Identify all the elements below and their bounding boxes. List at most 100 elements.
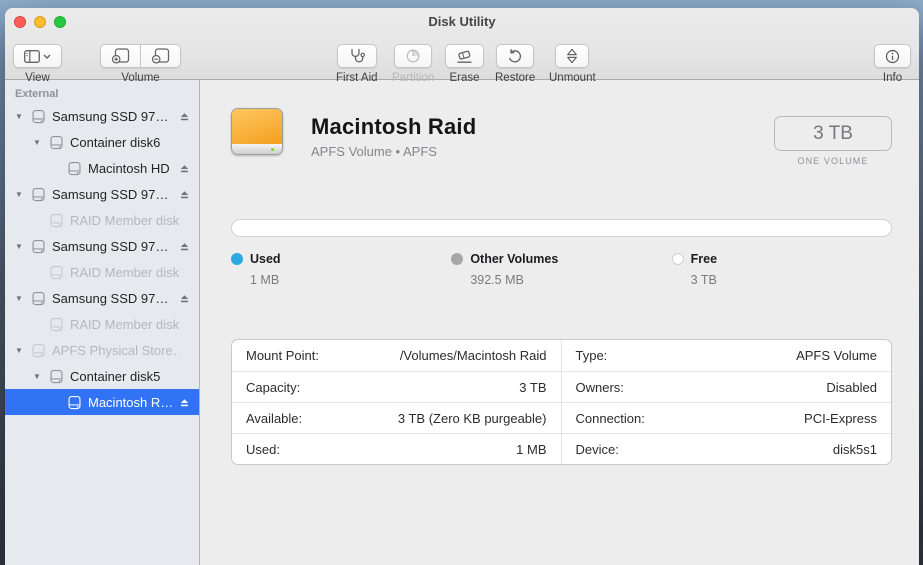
used-color-dot bbox=[231, 253, 243, 265]
sidebar-item[interactable]: ▼ Samsung SSD 97… bbox=[5, 233, 199, 259]
restore-button[interactable] bbox=[496, 44, 535, 68]
sidebar-item[interactable]: ▼ RAID Member disk… bbox=[5, 259, 199, 285]
toolbar-view: View bbox=[13, 44, 62, 84]
sidebar-item-label: Container disk6 bbox=[70, 134, 161, 150]
eject-icon[interactable] bbox=[179, 163, 199, 174]
detail-label: Type: bbox=[575, 348, 608, 363]
usage-legend: Used 1 MB Other Volumes 392.5 MB Free 3 … bbox=[231, 252, 892, 287]
disclosure-triangle-icon[interactable]: ▼ bbox=[15, 112, 31, 121]
erase-button[interactable] bbox=[445, 44, 484, 68]
erase-label: Erase bbox=[449, 72, 480, 84]
volume-header: Macintosh Raid APFS Volume • APFS 3 TB O… bbox=[231, 108, 892, 166]
detail-row: Type: APFS Volume bbox=[562, 340, 892, 371]
add-volume-button[interactable] bbox=[100, 44, 141, 68]
view-button[interactable] bbox=[13, 44, 62, 68]
sidebar-item[interactable]: ▼ RAID Member disk… bbox=[5, 311, 199, 337]
remove-volume-button[interactable] bbox=[141, 44, 181, 68]
info-button[interactable] bbox=[874, 44, 911, 68]
detail-value: disk5s1 bbox=[832, 441, 877, 457]
detail-label: Used: bbox=[246, 441, 280, 457]
detail-label: Mount Point: bbox=[246, 348, 319, 363]
detail-value: 3 TB (Zero KB purgeable) bbox=[397, 410, 547, 426]
sidebar-item-label: RAID Member disk… bbox=[70, 212, 179, 228]
drive-icon bbox=[49, 369, 64, 384]
detail-row: Capacity: 3 TB bbox=[232, 371, 561, 402]
titlebar[interactable]: Disk Utility bbox=[5, 8, 919, 35]
drive-icon bbox=[49, 317, 64, 332]
sidebar-item[interactable]: ▼ RAID Member disk… bbox=[5, 207, 199, 233]
detail-row: Device: disk5s1 bbox=[561, 433, 891, 464]
chevron-down-icon bbox=[43, 54, 51, 59]
drive-icon bbox=[31, 343, 46, 358]
sidebar-item[interactable]: ▼ APFS Physical Store… bbox=[5, 337, 199, 363]
disclosure-triangle-icon[interactable]: ▼ bbox=[15, 294, 31, 303]
toolbar-first-aid: First Aid bbox=[336, 44, 378, 84]
first-aid-button[interactable] bbox=[336, 44, 377, 68]
sidebar: External ▼ Samsung SSD 97… ▼ Container d… bbox=[5, 80, 200, 565]
disclosure-triangle-icon[interactable]: ▼ bbox=[15, 190, 31, 199]
detail-value: 3 TB bbox=[519, 379, 547, 395]
sidebar-item[interactable]: ▼ Container disk5 bbox=[5, 363, 199, 389]
drive-icon bbox=[31, 187, 46, 202]
sidebar-item-label: Samsung SSD 97… bbox=[52, 238, 169, 254]
detail-label: Capacity: bbox=[246, 379, 301, 395]
toolbar-partition: Partition bbox=[392, 44, 434, 84]
window-title: Disk Utility bbox=[428, 14, 496, 29]
eject-icon[interactable] bbox=[179, 397, 199, 408]
sidebar-item[interactable]: ▼ Macintosh R… bbox=[5, 389, 199, 415]
sidebar-item[interactable]: ▼ Macintosh HD bbox=[5, 155, 199, 181]
disclosure-triangle-icon[interactable]: ▼ bbox=[15, 242, 31, 251]
view-label: View bbox=[25, 72, 50, 84]
detail-row: Owners: Disabled bbox=[561, 371, 891, 402]
sidebar-item[interactable]: ▼ Container disk6 bbox=[5, 129, 199, 155]
info-label: Info bbox=[882, 72, 903, 84]
volume-count-caption: ONE VOLUME bbox=[797, 156, 869, 166]
toolbar-info: Info bbox=[874, 44, 911, 84]
remove-volume-icon bbox=[151, 48, 170, 64]
eject-icon[interactable] bbox=[179, 111, 199, 122]
sidebar-item[interactable]: ▼ Samsung SSD 97… bbox=[5, 285, 199, 311]
other-volumes-label: Other Volumes bbox=[470, 252, 559, 266]
first-aid-label: First Aid bbox=[336, 72, 378, 84]
sidebar-item[interactable]: ▼ Samsung SSD 97… bbox=[5, 103, 199, 129]
eject-icon[interactable] bbox=[179, 189, 199, 200]
unmount-label: Unmount bbox=[549, 72, 596, 84]
sidebar-item-label: RAID Member disk… bbox=[70, 264, 179, 280]
toolbar-unmount: Unmount bbox=[549, 44, 596, 84]
other-volumes-color-dot bbox=[451, 253, 464, 265]
drive-icon bbox=[67, 161, 82, 176]
partition-button[interactable] bbox=[394, 44, 433, 68]
drive-icon bbox=[67, 395, 82, 410]
detail-label: Device: bbox=[575, 441, 619, 457]
drive-icon bbox=[49, 135, 64, 150]
free-label: Free bbox=[690, 252, 718, 266]
sidebar-item[interactable]: ▼ Samsung SSD 97… bbox=[5, 181, 199, 207]
drive-icon bbox=[31, 291, 46, 306]
disclosure-triangle-icon[interactable]: ▼ bbox=[33, 138, 49, 147]
volume-title: Macintosh Raid bbox=[311, 114, 477, 139]
volume-details-table: Mount Point: /Volumes/Macintosh Raid Cap… bbox=[231, 339, 892, 465]
main-content: Macintosh Raid APFS Volume • APFS 3 TB O… bbox=[200, 80, 919, 565]
sidebar-panel-icon bbox=[24, 49, 40, 63]
toolbar: View Volume First Aid Partition Erase Re… bbox=[5, 35, 919, 84]
add-volume-icon bbox=[111, 48, 130, 64]
sidebar-item-label: Samsung SSD 97… bbox=[52, 108, 169, 124]
used-value: 1 MB bbox=[250, 273, 280, 287]
stethoscope-icon bbox=[348, 48, 366, 64]
detail-value: APFS Volume bbox=[796, 348, 877, 363]
detail-value: 1 MB bbox=[516, 441, 547, 457]
sidebar-device-tree: ▼ Samsung SSD 97… ▼ Container disk6 ▼ Ma… bbox=[5, 103, 199, 415]
disclosure-triangle-icon[interactable]: ▼ bbox=[33, 372, 49, 381]
eject-icon[interactable] bbox=[179, 293, 199, 304]
sidebar-item-label: Samsung SSD 97… bbox=[52, 290, 169, 306]
unmount-button[interactable] bbox=[555, 44, 590, 68]
eject-icon[interactable] bbox=[179, 241, 199, 252]
orange-external-drive-icon bbox=[231, 108, 283, 155]
sidebar-item-label: RAID Member disk… bbox=[70, 316, 179, 332]
disclosure-triangle-icon[interactable]: ▼ bbox=[15, 346, 31, 355]
detail-row: Connection: PCI-Express bbox=[561, 402, 891, 433]
detail-label: Available: bbox=[246, 410, 303, 426]
free-value: 3 TB bbox=[690, 273, 717, 287]
pie-chart-icon bbox=[405, 48, 421, 64]
detail-row: Mount Point: /Volumes/Macintosh Raid bbox=[232, 340, 561, 371]
